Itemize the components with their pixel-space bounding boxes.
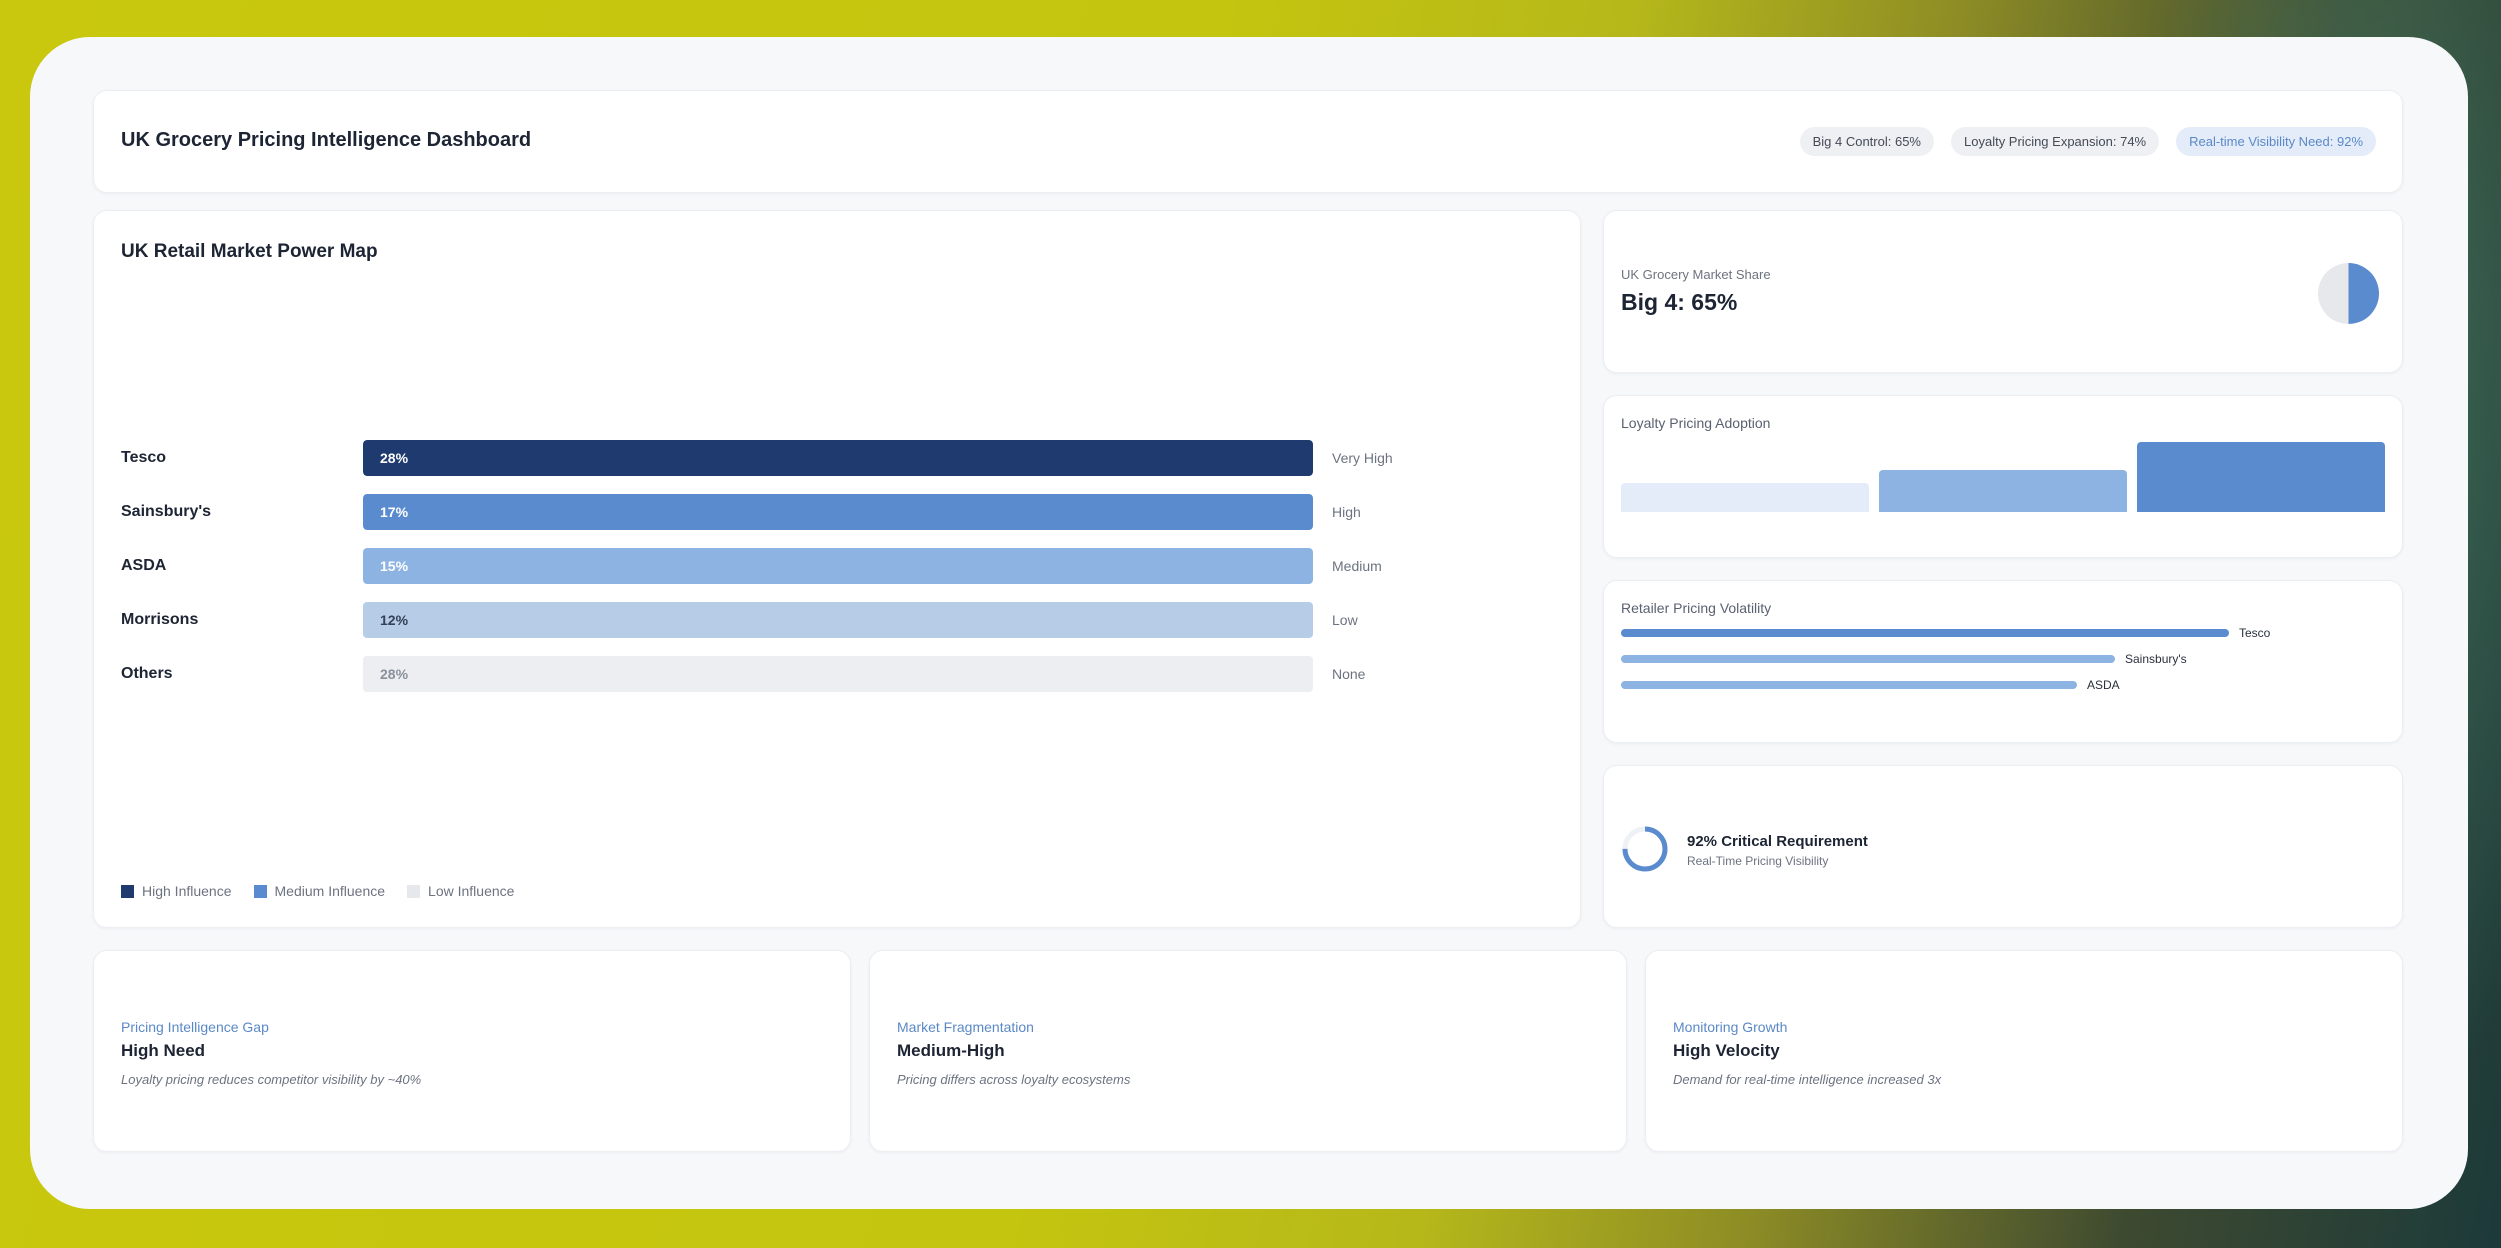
critical-requirement-card: 92% Critical Requirement Real-Time Prici… [1603,765,2403,928]
legend-item-high: High Influence [121,883,232,899]
power-bar-track: 15% [363,548,1313,584]
power-bar-value: 17% [380,504,409,520]
power-row-tesco: Tesco 28% Very High [121,440,1421,478]
market-power-map-card: UK Retail Market Power Map Tesco 28% Ver… [93,210,1581,928]
legend-label: Low Influence [428,883,515,899]
influence-level: None [1332,666,1366,682]
info-card-pricing-gap: Pricing Intelligence Gap High Need Loyal… [93,950,851,1152]
market-share-label: UK Grocery Market Share [1621,267,1771,282]
header-card: UK Grocery Pricing Intelligence Dashboar… [93,90,2403,193]
power-bar-fill [363,602,1313,638]
info-card-kicker: Monitoring Growth [1673,1019,1788,1035]
progress-ring-icon [1622,826,1668,872]
power-bar-track: 17% [363,494,1313,530]
power-bar-fill [363,494,1313,530]
legend-item-medium: Medium Influence [253,883,386,899]
pill-loyalty-expansion[interactable]: Loyalty Pricing Expansion: 74% [1951,127,2160,156]
critical-requirement-title: 92% Critical Requirement [1687,833,1868,850]
retailer-label: ASDA [121,557,167,574]
retailer-label: Morrisons [121,611,199,628]
volatility-label: Sainsbury's [2125,652,2187,666]
influence-level: Medium [1332,558,1382,574]
info-card-kicker: Market Fragmentation [897,1019,1034,1035]
retailer-label: Others [121,665,173,682]
info-card-note: Pricing differs across loyalty ecosystem… [897,1072,1131,1087]
power-bar-track: 12% [363,602,1313,638]
info-card-value: High Need [121,1041,206,1060]
legend-swatch [407,884,421,898]
kpi-pills: Big 4 Control: 65% Loyalty Pricing Expan… [1799,127,2376,156]
page-title: UK Grocery Pricing Intelligence Dashboar… [121,129,532,151]
pricing-volatility-card: Retailer Pricing Volatility Tesco Sainsb… [1603,580,2403,743]
power-row-sainsburys: Sainsbury's 17% High [121,494,1421,532]
legend-swatch [121,884,134,898]
influence-level: Very High [1332,450,1393,466]
dashboard-frame: UK Grocery Pricing Intelligence Dashboar… [30,37,2468,1209]
volatility-line [1621,629,2229,637]
influence-level: High [1332,504,1361,520]
influence-legend: High Influence Medium Influence Low Infl… [121,883,514,899]
power-bar-value: 28% [380,450,409,466]
retailer-label: Sainsbury's [121,503,212,520]
influence-level: Low [1332,612,1358,628]
info-card-value: Medium-High [897,1041,1005,1060]
loyalty-bar [1879,470,2127,512]
power-bar-value: 12% [380,612,409,628]
legend-item-low: Low Influence [407,883,514,899]
info-card-market-fragmentation: Market Fragmentation Medium-High Pricing… [869,950,1627,1152]
market-share-card: UK Grocery Market Share Big 4: 65% [1603,210,2403,373]
power-bar-value: 28% [380,666,409,682]
volatility-line [1621,655,2115,663]
legend-swatch [253,884,267,898]
power-row-asda: ASDA 15% Medium [121,548,1421,586]
info-card-monitoring-growth: Monitoring Growth High Velocity Demand f… [1645,950,2403,1152]
critical-requirement-subtitle: Real-Time Pricing Visibility [1687,854,1829,868]
market-power-map-title: UK Retail Market Power Map [121,241,378,262]
info-card-kicker: Pricing Intelligence Gap [121,1019,269,1035]
pill-big4-control[interactable]: Big 4 Control: 65% [1799,127,1934,156]
loyalty-adoption-title: Loyalty Pricing Adoption [1621,415,1771,431]
info-card-value: High Velocity [1673,1041,1780,1060]
market-share-pie [2318,263,2379,324]
power-bar-fill [363,440,1313,476]
power-bar-value: 15% [380,558,409,574]
market-share-value: Big 4: 65% [1621,289,1738,315]
loyalty-bar [2137,442,2385,512]
volatility-label: ASDA [2087,678,2120,692]
power-row-others: Others 28% None [121,656,1421,694]
power-bar-track: 28% [363,656,1313,692]
retailer-label: Tesco [121,449,167,466]
legend-label: High Influence [142,883,232,899]
power-row-morrisons: Morrisons 12% Low [121,602,1421,640]
power-bar-fill [363,548,1313,584]
legend-label: Medium Influence [274,883,386,899]
loyalty-adoption-card: Loyalty Pricing Adoption [1603,395,2403,558]
loyalty-bar [1621,482,1869,512]
power-bar-track: 28% [363,440,1313,476]
pricing-volatility-title: Retailer Pricing Volatility [1621,600,1772,616]
volatility-label: Tesco [2239,626,2271,640]
pill-realtime-visibility[interactable]: Real-time Visibility Need: 92% [2176,127,2376,156]
power-bar-fill [363,656,1313,692]
volatility-line [1621,681,2077,689]
info-card-note: Demand for real-time intelligence increa… [1673,1072,1942,1087]
info-card-note: Loyalty pricing reduces competitor visib… [121,1072,422,1087]
